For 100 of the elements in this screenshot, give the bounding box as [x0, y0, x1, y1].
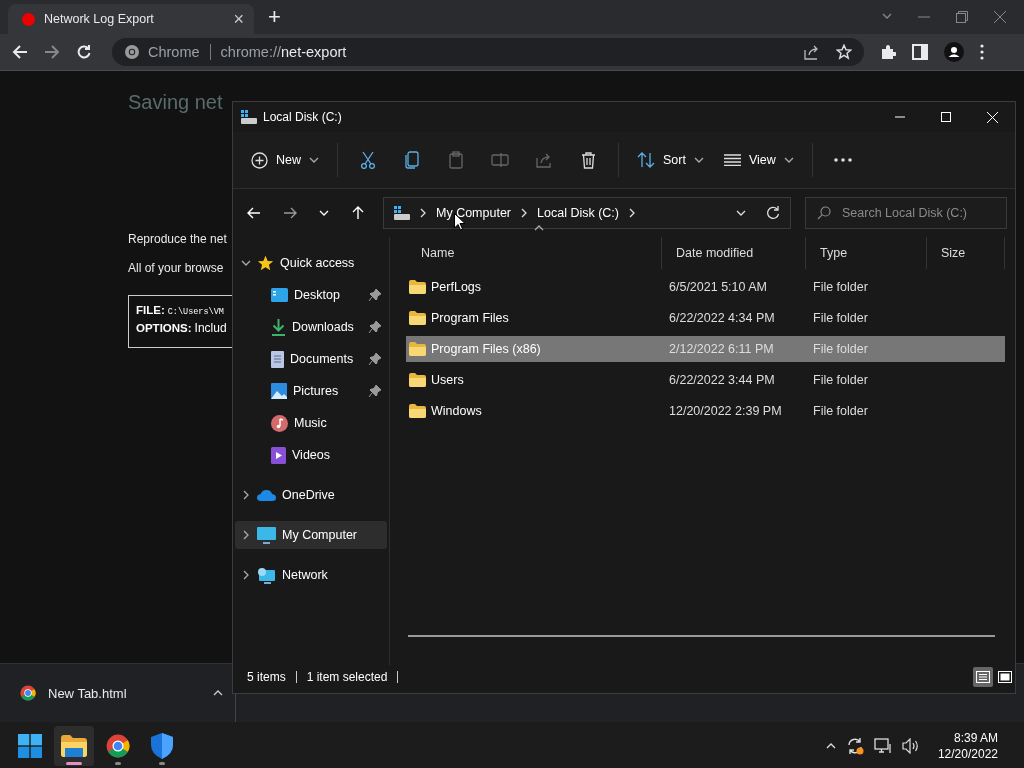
taskbar-app[interactable] [54, 726, 94, 766]
search-field[interactable]: Search Local Disk (C:) [805, 197, 1007, 229]
side-panel-icon[interactable] [912, 44, 928, 60]
chrome-logo-icon [20, 685, 36, 701]
type-cell-text: File folder [812, 373, 869, 387]
file-row[interactable]: Program Files 6/22/2022 4:34 PM File folder [406, 305, 1005, 331]
browser-tab[interactable]: Network Log Export × [8, 4, 254, 34]
tab-search-icon [882, 11, 892, 21]
chevron-down-icon [241, 258, 251, 268]
view-button[interactable]: View [715, 142, 802, 178]
clock[interactable]: 8:39 AM 12/20/2022 [937, 731, 1014, 761]
options-value: Includ [194, 321, 227, 335]
nav-item[interactable]: My Computer [235, 521, 387, 549]
file-row[interactable]: PerfLogs 6/5/2021 5:10 AM File folder [406, 274, 1005, 300]
nav-item[interactable]: OneDrive [235, 481, 387, 509]
tab-close-button[interactable]: × [233, 8, 244, 30]
pin-icon [369, 289, 381, 301]
file-name: Program Files [431, 311, 509, 325]
nav-item[interactable]: Network [235, 561, 387, 589]
column-header[interactable]: Date modified [662, 237, 806, 269]
windows-logo-icon[interactable] [18, 734, 42, 758]
share-page-icon[interactable] [804, 44, 820, 60]
file-name: Users [431, 373, 464, 387]
folder-icon[interactable] [61, 735, 87, 757]
scrollbar[interactable] [408, 635, 995, 637]
clock-time: 8:39 AM [953, 731, 998, 745]
reload-icon[interactable] [76, 44, 92, 60]
breadcrumb[interactable]: My Computer [436, 206, 512, 220]
puzzle-icon[interactable] [880, 44, 896, 60]
date-cell-text: 6/5/2021 5:10 AM [668, 280, 768, 294]
profile-icon[interactable] [944, 42, 964, 62]
sync-icon[interactable] [845, 737, 864, 755]
column-header[interactable]: Type [806, 237, 927, 269]
bookmark-star-icon[interactable] [836, 44, 852, 60]
file-row[interactable]: Users 6/22/2022 3:44 PM File folder [406, 367, 1005, 393]
page-text: All of your browse [128, 261, 224, 275]
details-view-button[interactable] [973, 667, 993, 687]
nav-item[interactable]: Quick access [235, 249, 387, 277]
address-field[interactable]: My Computer Local Disk (C:) [383, 197, 791, 229]
type-cell-text: File folder [812, 404, 869, 418]
nav-item[interactable]: Videos [235, 441, 387, 469]
file-row[interactable]: Program Files (x86) 2/12/2022 6:11 PM File folder [406, 336, 1005, 362]
star-icon [257, 254, 274, 272]
type-cell-text: File folder [812, 280, 869, 294]
page-text: Reproduce the net [128, 232, 227, 246]
network-status-icon[interactable] [873, 738, 892, 754]
caret-up-icon [213, 688, 223, 698]
sort-button[interactable]: Sort [629, 142, 712, 178]
list-icon [723, 154, 741, 166]
tab-title: Network Log Export [44, 12, 155, 26]
drive-icon [394, 206, 410, 220]
chevron-right-icon [241, 570, 251, 580]
network-icon [257, 566, 276, 584]
cloud-icon [257, 489, 276, 501]
back-icon[interactable] [12, 44, 28, 60]
window-title: Local Disk (C:) [263, 110, 342, 124]
chevron-down-icon [319, 208, 329, 218]
more-icon [833, 158, 852, 162]
nav-item[interactable]: Desktop [235, 281, 387, 309]
restore-icon[interactable] [956, 11, 968, 23]
volume-icon[interactable] [901, 738, 920, 754]
clock-date: 12/20/2022 [937, 747, 998, 761]
caret-down-icon [783, 155, 794, 165]
music-icon [271, 414, 288, 432]
nav-item[interactable]: Music [235, 409, 387, 437]
forward-icon[interactable] [44, 44, 60, 60]
column-header[interactable]: Size [927, 237, 1005, 269]
column-header[interactable]: Name [406, 237, 662, 269]
new-button[interactable]: New [243, 142, 327, 178]
refresh-icon[interactable] [766, 206, 780, 220]
nav-item[interactable]: Pictures [235, 377, 387, 405]
caret-down-icon [693, 155, 704, 165]
record-icon [22, 12, 35, 26]
item-count: 5 items [247, 670, 286, 684]
chevron-up-icon [825, 741, 836, 751]
new-tab-button[interactable]: + [268, 4, 281, 30]
file-name: Windows [431, 404, 482, 418]
nav-item[interactable]: Downloads [235, 313, 387, 341]
close-icon [986, 111, 998, 123]
rename-icon [491, 153, 509, 167]
close-icon[interactable] [994, 11, 1006, 23]
breadcrumb[interactable]: Local Disk (C:) [537, 206, 619, 220]
chrome-logo-icon [106, 734, 130, 758]
tiles-view-icon [998, 671, 1012, 683]
address-bar[interactable]: Chrome chrome://net-export [112, 38, 864, 66]
details-view-icon [976, 671, 990, 683]
nav-item[interactable]: Documents [235, 345, 387, 373]
selection-count: 1 item selected [306, 670, 388, 684]
shield-icon[interactable] [151, 733, 173, 759]
file-row[interactable]: Windows 12/20/2022 2:39 PM File folder [406, 398, 1005, 424]
url-text: chrome://net-export [220, 44, 347, 60]
options-label: OPTIONS: [136, 322, 192, 334]
site-label: Chrome [148, 44, 200, 60]
date-cell-text: 12/20/2022 2:39 PM [668, 404, 783, 418]
date-cell-text: 6/22/2022 3:44 PM [668, 373, 776, 387]
date-cell-text: 2/12/2022 6:11 PM [668, 342, 775, 356]
kebab-menu-icon[interactable] [980, 44, 984, 60]
type-cell-text: File folder [812, 311, 869, 325]
date-cell-text: 6/22/2022 4:34 PM [668, 311, 776, 325]
type-cell-text: File folder [812, 342, 869, 356]
